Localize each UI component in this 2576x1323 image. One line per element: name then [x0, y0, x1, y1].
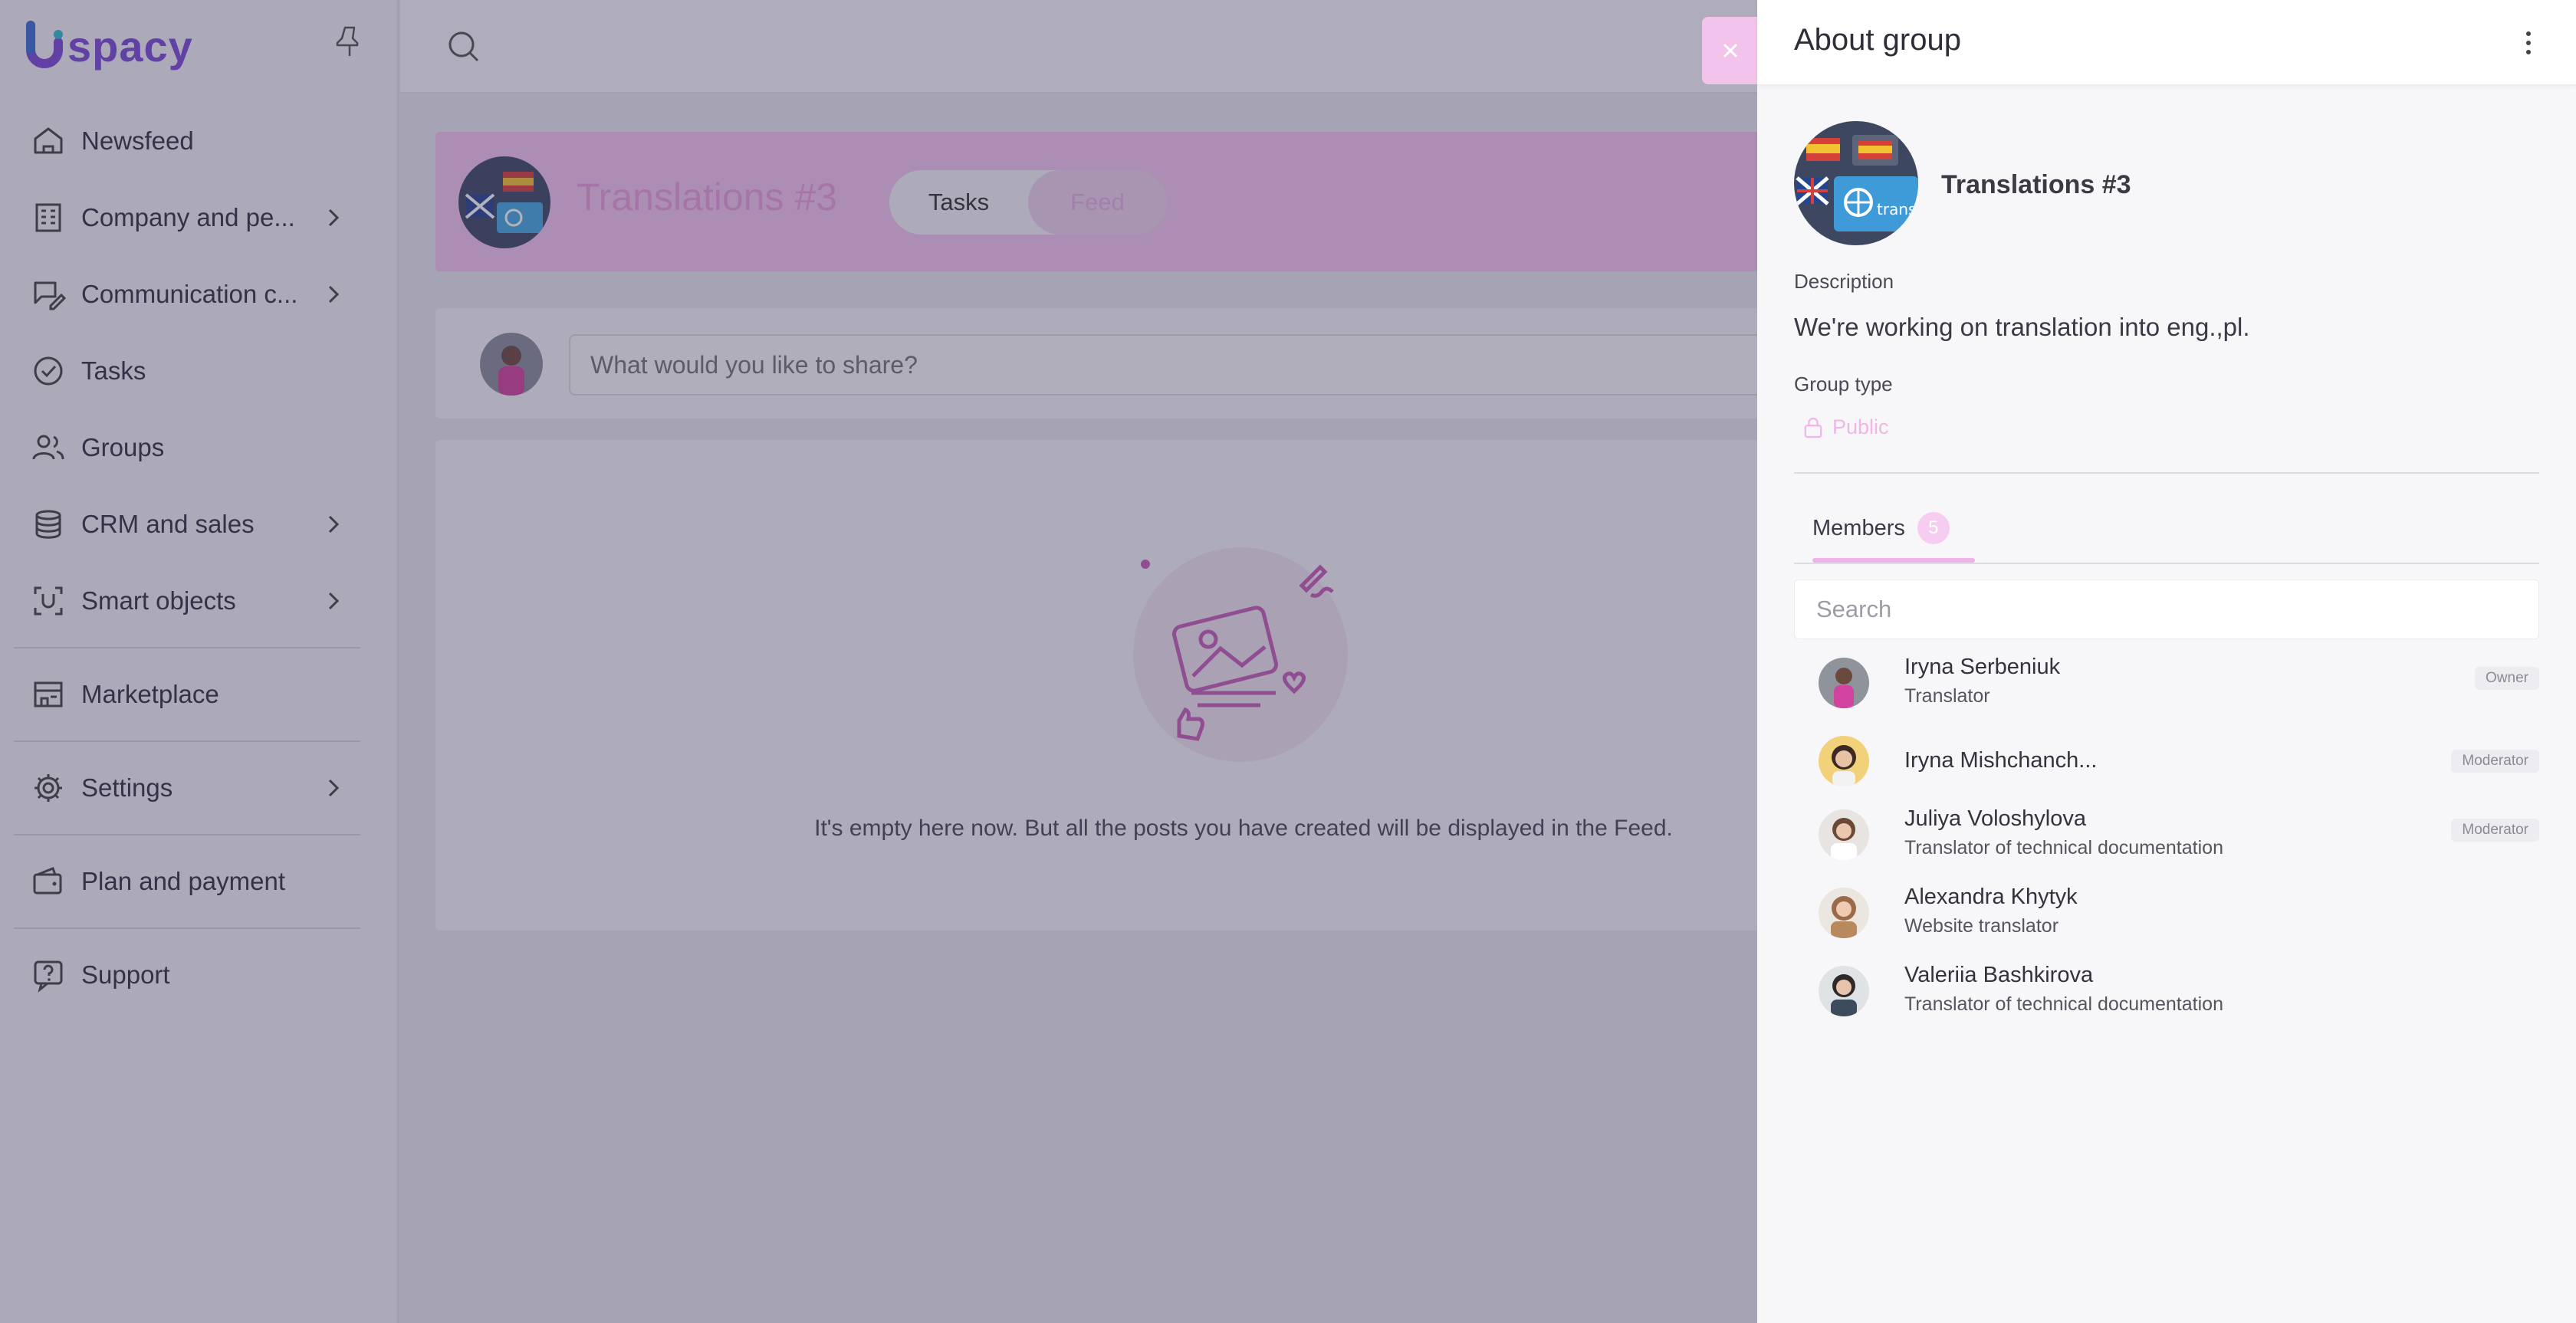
member-name: Iryna Serbeniuk [1904, 655, 2061, 679]
member-role-badge: Moderator [2451, 819, 2539, 842]
member-avatar-image [1819, 658, 1869, 708]
member-avatar-image [1819, 736, 1869, 786]
tab-members[interactable]: Members 5 [1812, 512, 1950, 544]
member-role-badge: Moderator [2451, 750, 2539, 773]
member-role: Translator of technical documentation [1904, 993, 2223, 1015]
member-avatar-image [1819, 809, 1869, 860]
member-row[interactable]: Alexandra Khytyk Website translator [1819, 878, 2539, 947]
members-search-input[interactable] [1794, 579, 2539, 639]
avatar [1819, 966, 1869, 1016]
lock-icon [1804, 417, 1822, 438]
panel-title: About group [1794, 23, 1961, 57]
group-name: Translations #3 [1941, 170, 2131, 199]
group-type-label: Group type [1794, 373, 1893, 396]
panel-divider [1794, 472, 2539, 474]
member-name: Iryna Mishchanch... [1904, 748, 2098, 773]
avatar [1819, 809, 1869, 860]
avatar [1819, 736, 1869, 786]
more-options-icon[interactable] [2521, 28, 2536, 58]
group-type-text: Public [1832, 415, 1889, 438]
member-name: Juliya Voloshylova [1904, 806, 2086, 831]
member-role: Translator of technical documentation [1904, 837, 2223, 858]
member-row[interactable]: Juliya Voloshylova Translator of technic… [1819, 800, 2539, 869]
member-role: Website translator [1904, 915, 2059, 937]
members-count-badge: 5 [1917, 512, 1950, 544]
member-row[interactable]: Iryna Serbeniuk Translator Owner [1819, 648, 2539, 717]
description-label: Description [1794, 270, 1894, 293]
group-description: We're working on translation into eng.,p… [1794, 313, 2250, 341]
tabs-divider [1794, 563, 2539, 564]
modal-overlay[interactable] [0, 0, 1757, 1323]
member-row[interactable]: Iryna Mishchanch... Moderator [1819, 727, 2539, 796]
tab-members-label: Members [1812, 515, 1905, 540]
avatar [1819, 658, 1869, 708]
member-avatar-image [1819, 888, 1869, 938]
member-avatar-image [1819, 966, 1869, 1016]
close-panel-button[interactable] [1702, 17, 1759, 84]
member-role: Translator [1904, 685, 1990, 707]
member-name: Valeriia Bashkirova [1904, 963, 2094, 987]
close-icon [1723, 43, 1738, 58]
group-type-value: Public [1803, 415, 1889, 439]
member-row[interactable]: Valeriia Bashkirova Translator of techni… [1819, 957, 2539, 1026]
about-group-panel: About group transl Translations #3 Descr… [1757, 0, 2576, 1323]
svg-text:transl: transl [1877, 200, 1918, 218]
avatar [1819, 888, 1869, 938]
group-avatar: transl [1794, 121, 1918, 245]
member-role-badge: Owner [2475, 667, 2539, 690]
member-name: Alexandra Khytyk [1904, 885, 2078, 909]
group-avatar-image: transl [1794, 121, 1918, 245]
panel-header: About group [1757, 0, 2576, 86]
